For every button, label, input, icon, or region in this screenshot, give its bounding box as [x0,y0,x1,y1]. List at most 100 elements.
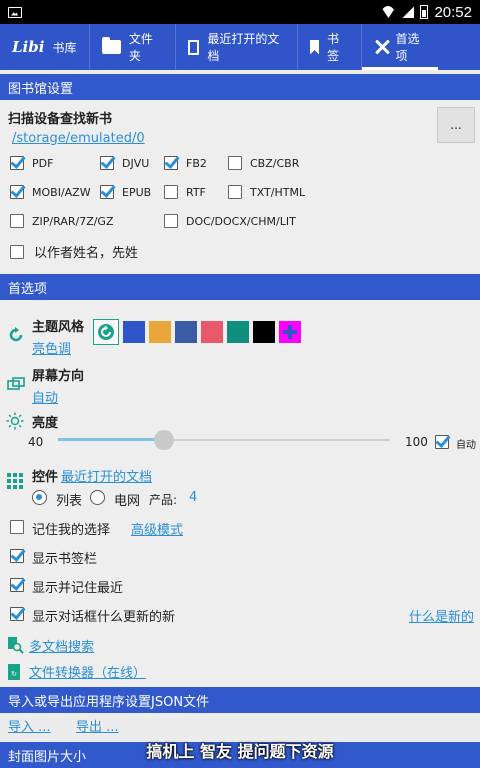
tools-icon [374,39,388,55]
file-converter-link[interactable]: 文件转换器（在线） [29,662,146,681]
preferences-header: 首选项 [0,274,480,300]
color-swatch-blue[interactable] [123,321,145,343]
format-fb2[interactable]: FB2 [164,156,207,170]
app-logo: Libi [12,38,45,56]
color-swatch-red[interactable] [201,321,223,343]
format-rtf[interactable]: RTF [164,185,206,199]
show-bookmarks-checkbox[interactable] [10,549,24,563]
advanced-mode-link[interactable]: 高级模式 [131,519,183,538]
theme-value-link[interactable]: 亮色调 [32,338,71,357]
doc-checkbox[interactable] [164,214,178,228]
slider-knob[interactable] [154,430,174,450]
format-doc[interactable]: DOC/DOCX/CHM/LIT [164,214,296,228]
tab-library[interactable]: Libi 书库 [0,24,90,70]
tab-label: 最近打开的文档 [207,32,280,63]
brightness-auto-checkbox[interactable] [435,435,449,449]
rtf-checkbox[interactable] [164,185,178,199]
multi-document-search-link[interactable]: 多文档搜索 [29,636,94,655]
items-label: 产品: [149,493,178,507]
show-recent-label: 显示并记住最近 [32,581,124,596]
pdf-checkbox[interactable] [10,156,24,170]
tab-preferences[interactable]: 首选项 [362,24,438,70]
orientation-title: 屏幕方向 [32,369,85,384]
bookmark-icon [310,39,320,55]
theme-refresh-icon [9,327,23,342]
tab-recent[interactable]: 最近打开的文档 [176,24,298,70]
brightness-slider[interactable] [58,428,390,452]
view-grid-radio[interactable] [90,490,105,505]
whats-new-link[interactable]: 什么是新的 [409,606,474,625]
slider-fill [58,438,164,441]
djvu-checkbox[interactable] [100,156,114,170]
brightness-title: 亮度 [32,416,59,431]
section-title: 图书馆设置 [8,81,74,97]
controls-recent-link[interactable]: 最近打开的文档 [61,466,152,485]
color-swatch-black[interactable] [253,321,275,343]
scan-path-link[interactable]: /storage/emulated/0 [12,131,145,146]
txt-checkbox[interactable] [228,185,242,199]
view-grid-label: 电网 [114,494,141,509]
brightness-min: 40 [28,435,44,449]
theme-color-swatches [93,319,305,345]
format-djvu[interactable]: DJVU [100,156,149,170]
zip-checkbox[interactable] [10,214,24,228]
view-list-radio[interactable] [32,490,47,505]
show-whats-new-label: 显示对话框什么更新的新 [32,610,176,625]
tab-label: 首选项 [395,32,420,63]
browse-folder-button[interactable]: ... [437,107,475,143]
export-link[interactable]: 导出 ... [76,716,119,735]
tab-label: 文件夹 [128,32,153,63]
format-label: PDF [32,156,54,170]
format-cbz[interactable]: CBZ/CBR [228,156,299,170]
show-whats-new-checkbox[interactable] [10,607,24,621]
tab-label: 书签 [327,32,340,63]
author-surname-first-option[interactable]: 以作者姓名，先姓 [10,242,138,261]
brightness-auto-label: 自动 [456,440,476,451]
color-swatch-custom[interactable] [279,321,301,343]
library-settings-header: 图书馆设置 [0,74,480,100]
remember-choice-checkbox[interactable] [10,520,24,534]
fb2-checkbox[interactable] [164,156,178,170]
recent-document-icon [188,39,200,55]
theme-title: 主题风格 [32,320,85,335]
status-bar: 20:52 [0,0,480,24]
brightness-max: 100 [405,435,428,449]
format-pdf[interactable]: PDF [10,156,53,170]
items-value[interactable]: 4 [189,490,197,505]
format-label: MOBI/AZW [32,185,91,199]
brightness-icon [6,412,24,430]
tab-bookmarks[interactable]: 书签 [298,24,362,70]
color-swatch-navy[interactable] [175,321,197,343]
cbz-checkbox[interactable] [228,156,242,170]
controls-title: 控件 [32,470,59,485]
color-swatch-orange[interactable] [149,321,171,343]
grid-icon [7,473,23,489]
reset-color-button[interactable] [93,319,119,345]
section-title: 导入或导出应用程序设置JSON文件 [8,694,210,710]
orientation-value-link[interactable]: 自动 [32,387,58,406]
tab-folders[interactable]: 文件夹 [90,24,176,70]
status-time: 20:52 [434,3,472,21]
library-settings-panel: 扫描设备查找新书 /storage/emulated/0 ... PDF DJV… [0,100,480,272]
format-txt[interactable]: TXT/HTML [228,185,305,199]
svg-text:↻: ↻ [11,670,17,678]
format-label: DJVU [122,156,150,170]
tab-bar: Libi 书库 文件夹 最近打开的文档 书签 首选项 [0,24,480,70]
plus-icon-bar [283,330,297,334]
battery-icon [420,5,429,19]
format-label: ZIP/RAR/7Z/GZ [32,214,114,228]
format-zip[interactable]: ZIP/RAR/7Z/GZ [10,214,114,228]
format-mobi[interactable]: MOBI/AZW [10,185,91,199]
import-export-header: 导入或导出应用程序设置JSON文件 [0,687,480,713]
color-swatch-teal[interactable] [227,321,249,343]
option-label: 以作者姓名，先姓 [34,246,139,261]
format-epub[interactable]: EPUB [100,185,151,199]
mobi-checkbox[interactable] [10,185,24,199]
scan-title: 扫描设备查找新书 [8,112,113,127]
wifi-icon [380,6,396,18]
epub-checkbox[interactable] [100,185,114,199]
watermark-overlay-text: 搞机上 智友 提问题下资源 [146,742,334,761]
author-surname-checkbox[interactable] [10,244,24,259]
show-recent-checkbox[interactable] [10,578,24,592]
import-link[interactable]: 导入 ... [8,716,51,735]
